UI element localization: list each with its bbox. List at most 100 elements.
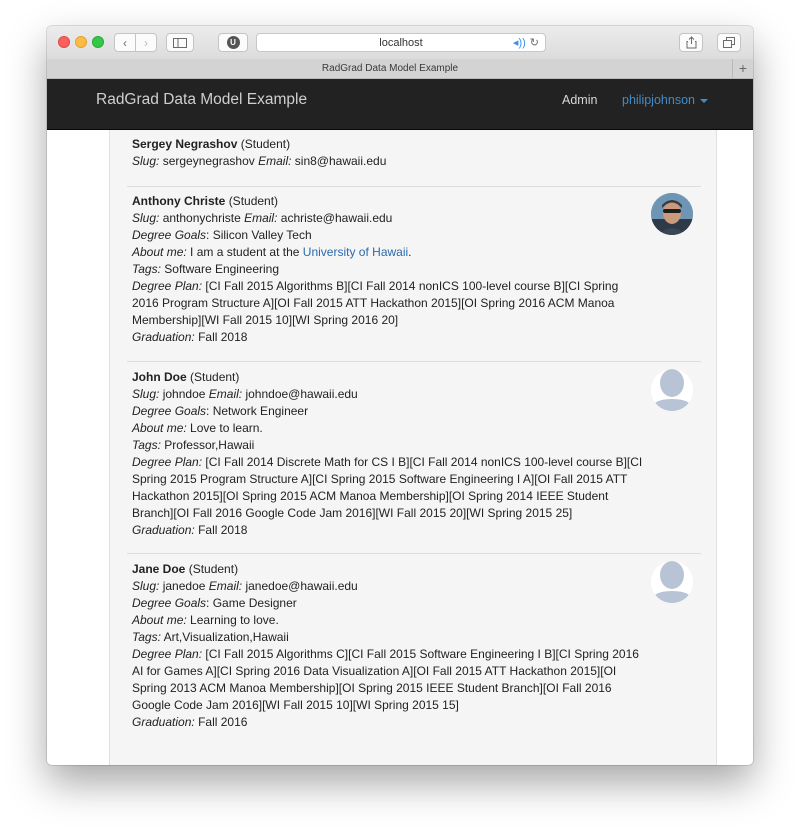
tags-value: Professor,Hawaii <box>164 438 255 452</box>
student-name: Sergey Negrashov <box>132 137 238 151</box>
profile-photo <box>651 193 693 235</box>
avatar <box>651 193 693 235</box>
audio-icon[interactable]: ◂)) <box>513 36 526 49</box>
student-role: (Student) <box>240 137 291 151</box>
tab-overview-button[interactable] <box>717 33 741 52</box>
address-bar[interactable]: localhost ◂)) ↻ <box>256 33 546 52</box>
tags-label: Tags: <box>132 438 161 452</box>
university-link[interactable]: University of Hawaii <box>303 245 408 259</box>
graduation-label: Graduation: <box>132 523 195 537</box>
tags-label: Tags: <box>132 262 161 276</box>
new-tab-button[interactable]: + <box>732 59 753 78</box>
user-dropdown[interactable]: philipjohnson <box>622 93 708 107</box>
student-role: (Student) <box>188 562 239 576</box>
goals-label: Degree Goals <box>132 228 207 242</box>
degree-plan-label: Degree Plan: <box>132 279 203 293</box>
email-value: janedoe@hawaii.edu <box>245 579 358 593</box>
degree-plan-line: [CI Fall 2015 Algorithms C][CI Fall 2015… <box>205 647 639 661</box>
slug-label: Slug: <box>132 211 160 225</box>
browser-window: ‹ › U localhost ◂)) ↻ RadGrad Data Model… <box>47 26 753 765</box>
student-list: Sergey Negrashov (Student) Slug: sergeyn… <box>109 130 717 765</box>
goals-value: : Silicon Valley Tech <box>206 228 312 242</box>
page-content: Sergey Negrashov (Student) Slug: sergeyn… <box>47 130 753 765</box>
forward-button[interactable]: › <box>135 33 157 52</box>
goals-label: Degree Goals <box>132 596 207 610</box>
student-name: Jane Doe <box>132 562 186 576</box>
tags-value: Art,Visualization,Hawaii <box>163 630 289 644</box>
browser-toolbar: ‹ › U localhost ◂)) ↻ <box>47 26 753 60</box>
share-button[interactable] <box>679 33 703 52</box>
graduation-label: Graduation: <box>132 715 195 729</box>
degree-plan-line: Hackathon 2015][OI Spring 2015 ACM Manoa… <box>132 489 609 503</box>
divider <box>127 361 701 362</box>
email-value: sin8@hawaii.edu <box>294 154 387 168</box>
chevron-right-icon: › <box>144 35 148 50</box>
degree-plan-line: Google Code Jam 2016][WI Fall 2015 10][W… <box>132 698 459 712</box>
goals-label: Degree Goals <box>132 404 207 418</box>
about-text: Learning to love. <box>190 613 279 627</box>
slug-value: sergeynegrashov <box>162 154 255 168</box>
user-name: philipjohnson <box>622 93 695 107</box>
slug-label: Slug: <box>132 154 160 168</box>
avatar <box>651 369 693 411</box>
about-text: Love to learn. <box>190 421 263 435</box>
goals-value: : Game Designer <box>206 596 297 610</box>
degree-plan-line: Spring 2013 ACM Manoa Membership][OI Spr… <box>132 681 612 695</box>
about-end: . <box>408 245 412 259</box>
share-icon <box>686 36 696 49</box>
degree-plan-line: Spring 2015 Program Structure A][CI Spri… <box>132 472 628 486</box>
back-button[interactable]: ‹ <box>114 33 136 52</box>
graduation-value: Fall 2018 <box>198 523 248 537</box>
about-label: About me: <box>132 613 187 627</box>
close-window-button[interactable] <box>58 36 70 48</box>
slug-label: Slug: <box>132 387 160 401</box>
zoom-window-button[interactable] <box>92 36 104 48</box>
degree-plan-line: AI for Games A][CI Spring 2016 Data Visu… <box>132 664 617 678</box>
student-role: (Student) <box>228 194 279 208</box>
degree-plan-line: 2016 Program Structure A][OI Fall 2015 A… <box>132 296 615 310</box>
tags-value: Software Engineering <box>164 262 280 276</box>
brand-link[interactable]: RadGrad Data Model Example <box>96 91 307 109</box>
default-user-icon <box>651 369 693 411</box>
slug-value: johndoe <box>162 387 206 401</box>
about-text: I am a student at the <box>190 245 300 259</box>
degree-plan-label: Degree Plan: <box>132 647 203 661</box>
student-entry: Anthony Christe (Student) Slug: anthonyc… <box>132 193 700 346</box>
reload-icon[interactable]: ↻ <box>530 36 539 49</box>
slug-value: anthonychriste <box>162 211 241 225</box>
about-label: About me: <box>132 421 187 435</box>
student-role: (Student) <box>190 370 240 384</box>
degree-plan-line: Branch][OI Fall 2016 Google Code Jam 201… <box>132 506 573 520</box>
extension-button[interactable]: U <box>218 33 248 52</box>
tab-strip: RadGrad Data Model Example + <box>47 59 753 79</box>
email-label: Email: <box>208 387 243 401</box>
minimize-window-button[interactable] <box>75 36 87 48</box>
avatar <box>651 561 693 603</box>
sidebar-toggle-button[interactable] <box>166 33 194 52</box>
about-label: About me: <box>132 245 187 259</box>
slug-value: janedoe <box>162 579 206 593</box>
graduation-value: Fall 2016 <box>198 715 248 729</box>
student-name: John Doe <box>132 370 187 384</box>
extension-icon: U <box>226 36 240 49</box>
tabs-icon <box>723 37 735 48</box>
degree-plan-line: [CI Fall 2015 Algorithms B][CI Fall 2014… <box>205 279 619 293</box>
student-entry: Jane Doe (Student) Slug: janedoe Email: … <box>132 561 700 731</box>
tab-title[interactable]: RadGrad Data Model Example <box>47 63 733 74</box>
tags-label: Tags: <box>132 630 161 644</box>
slug-label: Slug: <box>132 579 160 593</box>
graduation-value: Fall 2018 <box>198 330 248 344</box>
plus-icon: + <box>738 60 748 76</box>
caret-down-icon <box>699 98 708 103</box>
student-name: Anthony Christe <box>132 194 226 208</box>
degree-plan-line: Membership][WI Fall 2015 10][WI Spring 2… <box>132 313 399 327</box>
email-label: Email: <box>244 211 278 225</box>
student-entry: Sergey Negrashov (Student) Slug: sergeyn… <box>132 136 700 170</box>
default-user-icon <box>651 561 693 603</box>
admin-link[interactable]: Admin <box>562 93 597 107</box>
email-label: Email: <box>258 154 292 168</box>
graduation-label: Graduation: <box>132 330 195 344</box>
divider <box>127 186 701 187</box>
goals-value: : Network Engineer <box>206 404 309 418</box>
email-value: achriste@hawaii.edu <box>280 211 393 225</box>
